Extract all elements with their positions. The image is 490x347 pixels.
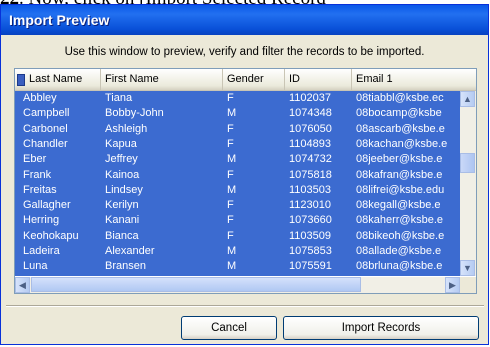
cell-id: 1075853 xyxy=(289,245,332,257)
cell-id: 1075818 xyxy=(289,168,332,181)
cancel-button[interactable]: Cancel xyxy=(181,316,277,340)
scroll-right-icon[interactable]: ▶ xyxy=(445,277,460,293)
cell-email: 08jeeber@ksbe.e xyxy=(356,153,443,166)
instruction-text: Use this window to preview, verify and f… xyxy=(64,46,425,58)
table-row[interactable]: Gallagher Kerilyn F 1123010 08kegall@ksbe.e xyxy=(15,198,460,213)
cell-email: 08kaherr@ksbe.e xyxy=(356,214,443,227)
cell-gender: M xyxy=(227,107,237,120)
cell-gender: F xyxy=(227,199,234,212)
cell-gender: F xyxy=(227,137,234,150)
column-header-last-name[interactable]: Last Name xyxy=(15,69,101,90)
scroll-up-icon[interactable]: ▲ xyxy=(460,91,475,107)
table-row[interactable]: Chandler Kapua F 1104893 08kachan@ksbe.e xyxy=(15,137,460,152)
import-preview-window: Import Preview Use this window to previe… xyxy=(0,4,489,345)
cell-gender: F xyxy=(227,92,234,104)
table-row[interactable]: Carbonel Ashleigh F 1076050 08ascarb@ksbe.e xyxy=(15,122,460,137)
cell-id: 1123010 xyxy=(289,199,332,212)
cell-email: 08kegall@ksbe.e xyxy=(356,199,441,212)
cell-email: 08kafran@ksbe.e xyxy=(356,168,443,181)
divider xyxy=(6,305,484,307)
table-row[interactable]: Abbley Tiana F 1102037 08tiabbl@ksbe.ec xyxy=(15,91,460,106)
cell-email: 08allade@ksbe.e xyxy=(356,245,442,257)
cell-first-name: Kanani xyxy=(105,214,140,227)
table-row[interactable]: Eber Jeffrey M 1074732 08jeeber@ksbe.e xyxy=(15,152,460,167)
cell-last-name: Chandler xyxy=(23,137,68,150)
records-grid[interactable]: Last Name First Name Gender ID Email 1 A… xyxy=(14,68,477,294)
cell-gender: F xyxy=(227,214,234,227)
scrollbar-corner xyxy=(460,277,476,293)
cell-last-name: Luna xyxy=(23,260,48,273)
cell-gender: M xyxy=(227,245,237,257)
table-row[interactable]: Herring Kanani F 1073660 08kaherr@ksbe.e xyxy=(15,213,460,228)
cell-id: 1073660 xyxy=(289,214,332,227)
cell-first-name: Kapua xyxy=(105,137,137,150)
cell-email: 08bocamp@ksbe xyxy=(356,107,442,120)
table-row[interactable]: Campbell Bobby-John M 1074348 08bocamp@ksbe xyxy=(15,106,460,121)
cell-email: 08lifrei@ksbe.edu xyxy=(356,183,445,196)
cell-first-name: Kerilyn xyxy=(105,199,139,212)
cell-last-name: Gallagher xyxy=(23,199,71,212)
cell-gender: M xyxy=(227,153,237,166)
table-row[interactable]: Ladeira Alexander M 1075853 08allade@ksbe.e xyxy=(15,244,460,259)
cell-last-name: Eber xyxy=(23,153,47,166)
scroll-left-icon[interactable]: ◀ xyxy=(15,277,30,293)
cell-last-name: Freitas xyxy=(23,183,57,196)
cell-last-name: Herring xyxy=(23,214,60,227)
cell-email: 08tiabbl@ksbe.ec xyxy=(356,92,444,104)
cell-first-name: Lindsey xyxy=(105,183,143,196)
cell-email: 08kachan@ksbe.e xyxy=(356,137,448,150)
cell-id: 1104893 xyxy=(289,137,332,150)
cell-email: 08brluna@ksbe.e xyxy=(356,260,443,273)
cell-first-name: Bransen xyxy=(105,260,146,273)
cell-id: 1076050 xyxy=(289,122,332,135)
cell-email: 08bikeoh@ksbe.e xyxy=(356,229,445,242)
cell-id: 1103509 xyxy=(289,229,332,242)
vertical-scroll-thumb[interactable] xyxy=(460,153,475,173)
cell-last-name: Campbell xyxy=(23,107,70,120)
cell-gender: M xyxy=(227,260,237,273)
cell-email: 08ascarb@ksbe.e xyxy=(356,122,445,135)
column-header-email-1[interactable]: Email 1 xyxy=(352,69,476,90)
cell-id: 1074348 xyxy=(289,107,332,120)
cell-first-name: Tiana xyxy=(105,92,133,104)
column-header-first-name[interactable]: First Name xyxy=(101,69,223,90)
horizontal-scroll-thumb[interactable] xyxy=(31,277,361,292)
cell-last-name: Abbley xyxy=(23,92,57,104)
title-bar[interactable]: Import Preview xyxy=(1,5,488,35)
vertical-scrollbar[interactable]: ▲ ▼ xyxy=(460,91,476,276)
grid-rows: Abbley Tiana F 1102037 08tiabbl@ksbe.ec Campb… xyxy=(15,91,460,276)
horizontal-scrollbar[interactable]: ◀ ▶ xyxy=(15,277,460,293)
cell-first-name: Ashleigh xyxy=(105,122,148,135)
table-row[interactable]: Luna Bransen M 1075591 08brluna@ksbe.e xyxy=(15,259,460,274)
cell-gender: M xyxy=(227,183,237,196)
cell-first-name: Kainoa xyxy=(105,168,140,181)
cell-id: 1075591 xyxy=(289,260,332,273)
cell-id: 1102037 xyxy=(289,92,332,104)
scroll-down-icon[interactable]: ▼ xyxy=(460,260,475,276)
cell-first-name: Bobby-John xyxy=(105,107,164,120)
cell-id: 1103503 xyxy=(289,183,332,196)
grid-header: Last Name First Name Gender ID Email 1 xyxy=(15,69,476,91)
cell-id: 1074732 xyxy=(289,153,332,166)
cell-gender: F xyxy=(227,122,234,135)
cell-gender: F xyxy=(227,168,234,181)
window-title: Import Preview xyxy=(9,12,110,28)
table-row[interactable]: Frank Kainoa F 1075818 08kafran@ksbe.e xyxy=(15,168,460,183)
table-row[interactable]: Freitas Lindsey M 1103503 08lifrei@ksbe.edu xyxy=(15,183,460,198)
column-chooser-icon[interactable] xyxy=(17,74,25,86)
column-header-gender[interactable]: Gender xyxy=(223,69,285,90)
cell-first-name: Alexander xyxy=(105,245,155,257)
cell-first-name: Jeffrey xyxy=(105,153,138,166)
cell-gender: F xyxy=(227,229,234,242)
table-row[interactable]: Keohokapu Bianca F 1103509 08bikeoh@ksbe.e xyxy=(15,229,460,244)
import-records-button[interactable]: Import Records xyxy=(283,316,479,340)
cell-last-name: Frank xyxy=(23,168,52,181)
cell-first-name: Bianca xyxy=(105,229,139,242)
cell-last-name: Ladeira xyxy=(23,245,60,257)
cell-last-name: Keohokapu xyxy=(23,229,79,242)
column-header-id[interactable]: ID xyxy=(285,69,352,90)
cell-last-name: Carbonel xyxy=(23,122,68,135)
